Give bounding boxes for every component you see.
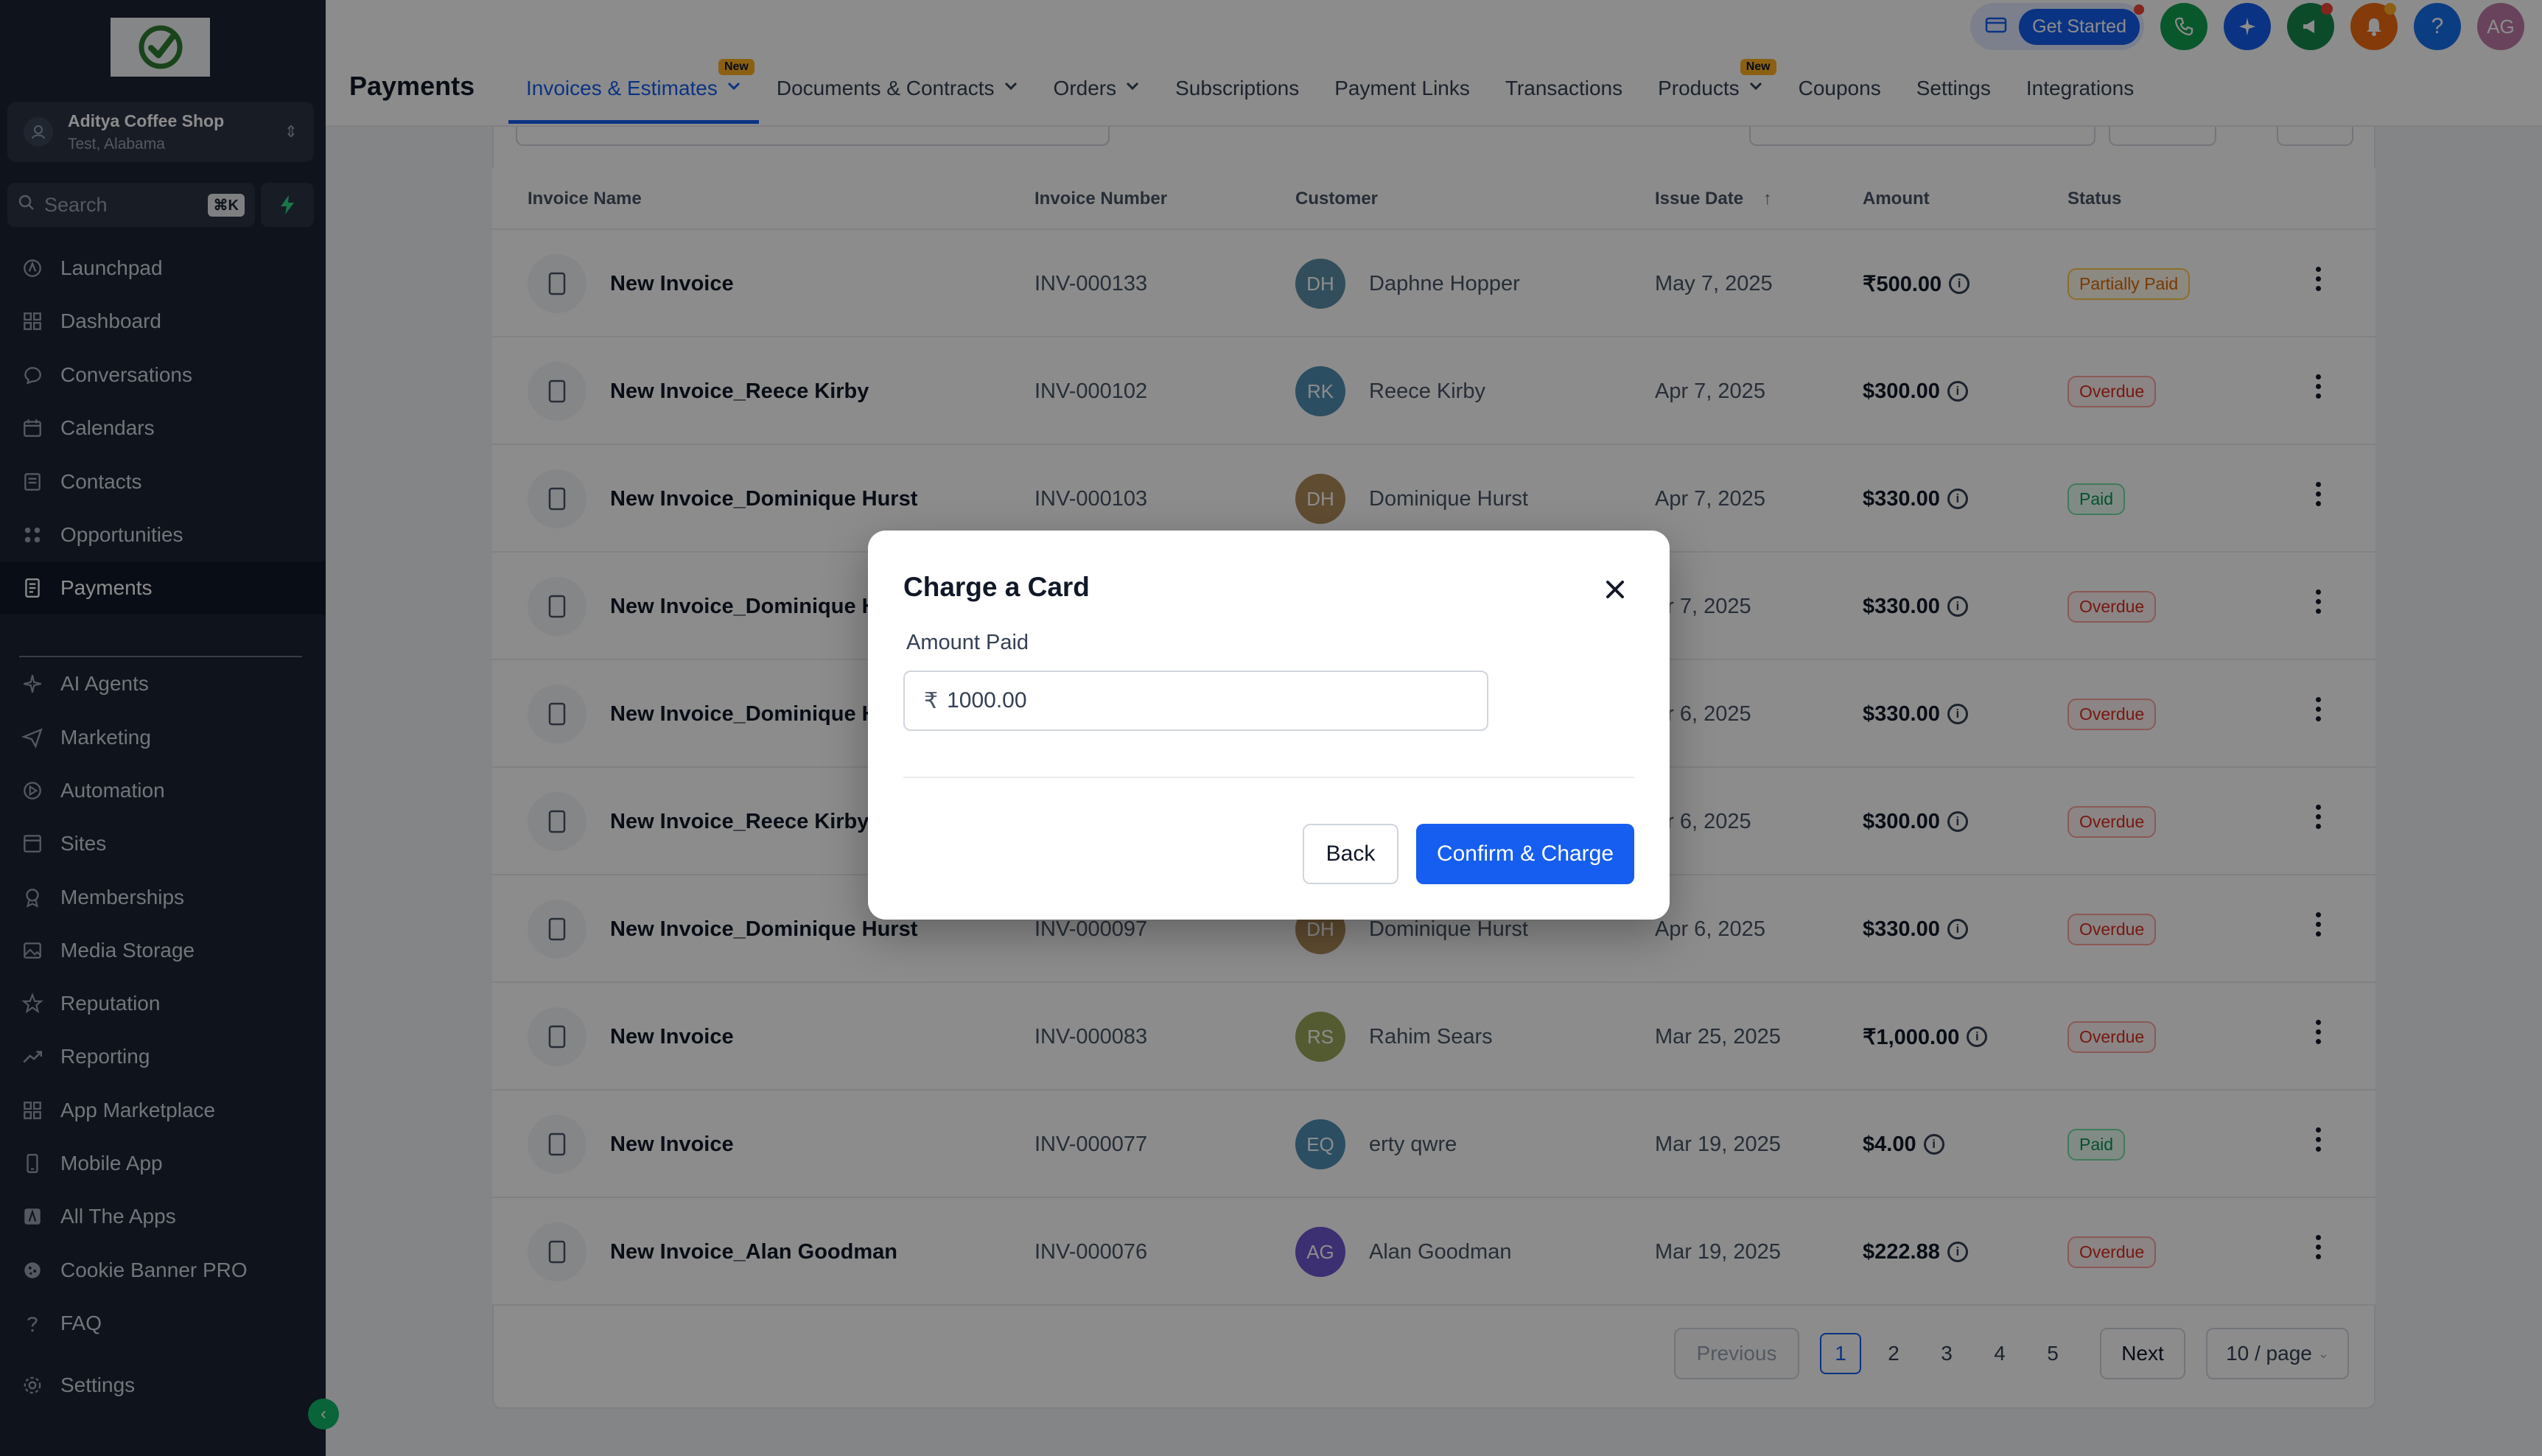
charge-card-modal: Charge a Card Amount Paid ₹ Back Confirm… [868, 531, 1670, 920]
amount-paid-input[interactable] [947, 688, 1390, 713]
close-modal-button[interactable] [1600, 575, 1630, 604]
confirm-charge-button[interactable]: Confirm & Charge [1416, 824, 1634, 884]
back-button[interactable]: Back [1303, 824, 1398, 884]
currency-symbol: ₹ [924, 688, 939, 713]
modal-divider [903, 777, 1634, 778]
modal-title: Charge a Card [903, 572, 1090, 602]
amount-paid-field[interactable]: ₹ [903, 671, 1488, 731]
amount-paid-label: Amount Paid [906, 631, 1029, 654]
close-icon [1606, 581, 1624, 598]
